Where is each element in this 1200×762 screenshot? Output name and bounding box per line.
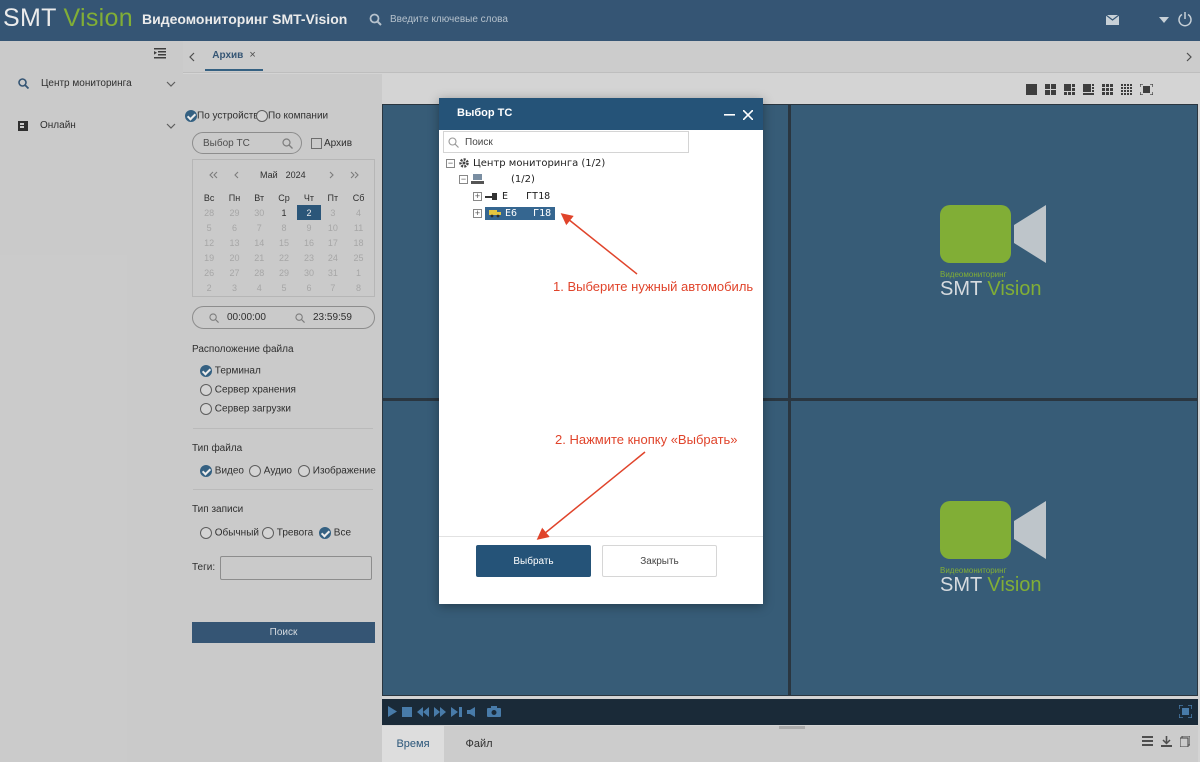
dialog-footer-divider: [439, 536, 763, 537]
dialog-search-input[interactable]: Поиск: [443, 131, 689, 153]
dialog-header: Выбор ТС: [439, 98, 763, 130]
tree-node-root[interactable]: − Центр мониторинга (1/2): [446, 157, 605, 169]
annotation-step2: 2. Нажмите кнопку «Выбрать»: [555, 432, 738, 447]
collapse-toggle-icon[interactable]: −: [459, 175, 468, 184]
expand-toggle-icon[interactable]: +: [473, 192, 482, 201]
expand-toggle-icon[interactable]: +: [473, 209, 482, 218]
select-button[interactable]: Выбрать: [476, 545, 591, 577]
close-button[interactable]: Закрыть: [602, 545, 717, 577]
vehicle-offline-icon: [485, 192, 497, 200]
dialog-title: Выбор ТС: [457, 107, 513, 119]
vehicle-select-dialog: Выбор ТС Поиск − Центр мониторинга (1/2)…: [439, 98, 763, 604]
collapse-toggle-icon[interactable]: −: [446, 158, 455, 168]
group-icon: [471, 174, 484, 184]
search-icon: [448, 136, 459, 148]
gear-icon: [459, 158, 469, 168]
tree-node-vehicle[interactable]: + Е ГТ18: [473, 191, 550, 202]
minimize-icon[interactable]: [724, 110, 735, 120]
tree-node-group[interactable]: − (1/2): [459, 174, 535, 185]
tree-node-vehicle-selected[interactable]: + Е6 Г18: [473, 207, 556, 220]
close-icon[interactable]: [743, 110, 753, 120]
selected-vehicle-label[interactable]: Е6 Г18: [485, 207, 556, 220]
vehicle-online-icon: [489, 210, 501, 218]
annotation-step1: 1. Выберите нужный автомобиль: [553, 279, 754, 294]
